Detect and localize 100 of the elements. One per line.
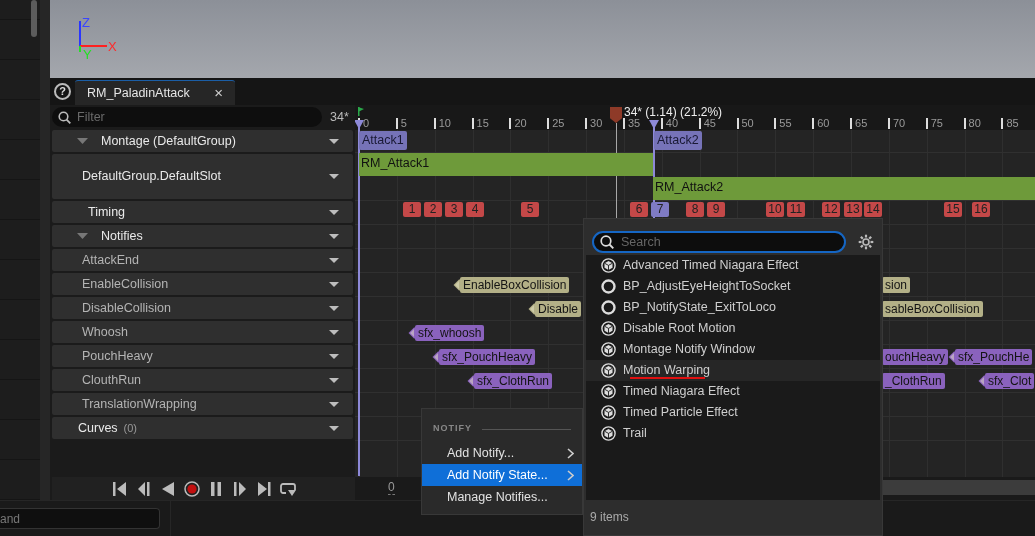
cube-icon	[601, 321, 616, 336]
scrollbar-track[interactable]	[881, 480, 1035, 495]
playhead-handle[interactable]	[610, 107, 622, 123]
track-row[interactable]: EnableCollision	[52, 273, 353, 295]
dropdown-caret-icon[interactable]	[329, 425, 339, 431]
skip-to-end-icon[interactable]	[255, 480, 272, 497]
timing-marker[interactable]: 1	[403, 202, 421, 217]
cube-icon	[601, 384, 616, 399]
notify-handle-icon[interactable]	[453, 279, 460, 291]
notify-handle-icon[interactable]	[978, 375, 985, 387]
dropdown-caret-icon[interactable]	[329, 401, 339, 407]
section-marker-icon[interactable]	[649, 120, 659, 129]
track-row[interactable]: ClouthRun	[52, 369, 353, 391]
timing-marker[interactable]: 11	[787, 202, 805, 217]
filter-field[interactable]: Filter	[52, 107, 322, 127]
dropdown-caret-icon[interactable]	[329, 329, 339, 335]
section-marker-icon[interactable]	[355, 120, 364, 129]
loop-icon[interactable]	[279, 480, 296, 497]
ruler-label: 20	[509, 118, 527, 129]
timing-marker[interactable]: 9	[707, 202, 725, 217]
list-item[interactable]: BP_AdjustEyeHeightToSocket	[586, 276, 880, 297]
step-forward-icon[interactable]	[231, 480, 248, 497]
timing-marker[interactable]: 3	[445, 202, 463, 217]
list-item[interactable]: Montage Notify Window	[586, 339, 880, 360]
list-item[interactable]: Timed Particle Effect	[586, 402, 880, 423]
montage-segment[interactable]: RM_Attack2	[653, 177, 1035, 200]
close-button[interactable]: ×	[214, 81, 223, 105]
dropdown-caret-icon[interactable]	[329, 305, 339, 311]
track-label: EnableCollision	[81, 275, 170, 293]
section-label[interactable]: Attack2	[654, 131, 702, 150]
timing-marker[interactable]: 12	[822, 202, 840, 217]
timing-marker[interactable]: 7	[651, 202, 669, 217]
track-row[interactable]: PouchHeavy	[52, 345, 353, 367]
list-item[interactable]: Trail	[586, 423, 880, 444]
record-icon[interactable]	[183, 480, 200, 497]
timing-marker[interactable]: 10	[766, 202, 784, 217]
section-label[interactable]: Attack1	[359, 131, 407, 150]
dropdown-caret-icon[interactable]	[329, 377, 339, 383]
help-button[interactable]: ?	[54, 83, 71, 100]
track-label: Notifies	[101, 227, 144, 245]
timing-marker[interactable]: 2	[424, 202, 442, 217]
menu-item[interactable]: Manage Notifies...	[422, 486, 582, 508]
menu-item[interactable]: Add Notify...	[422, 442, 582, 464]
track-row[interactable]: Montage (DefaultGroup)	[52, 130, 353, 152]
timing-marker[interactable]: 4	[466, 202, 484, 217]
ruler-label: 15	[471, 118, 489, 129]
menu-item[interactable]: Add Notify State...	[422, 464, 582, 486]
dropdown-caret-icon[interactable]	[329, 257, 339, 263]
dropdown-caret-icon[interactable]	[329, 281, 339, 287]
list-item[interactable]: Timed Niagara Effect	[586, 381, 880, 402]
frame-field[interactable]: 0	[388, 481, 395, 495]
track-row[interactable]: Timing	[52, 201, 353, 223]
menu-section-header: NOTIFY	[433, 422, 472, 436]
timing-marker[interactable]: 8	[686, 202, 704, 217]
notify-event[interactable]: sableBoxCollision	[882, 301, 983, 317]
dropdown-caret-icon[interactable]	[329, 138, 339, 144]
command-field[interactable]: and	[0, 508, 160, 529]
list-item[interactable]: BP_NotifyState_ExitToLoco	[586, 297, 880, 318]
document-tab[interactable]: RM_PaladinAttack ×	[75, 80, 235, 105]
timing-marker[interactable]: 15	[944, 202, 962, 217]
skip-to-start-icon[interactable]	[111, 480, 128, 497]
track-row[interactable]: Notifies	[52, 225, 353, 247]
ruler-label: 25	[547, 118, 565, 129]
track-row[interactable]: AttackEnd	[52, 249, 353, 271]
list-item[interactable]: Advanced Timed Niagara Effect	[586, 255, 880, 276]
timing-marker[interactable]: 16	[972, 202, 990, 217]
timing-marker[interactable]: 14	[864, 202, 882, 217]
timing-marker[interactable]: 13	[844, 202, 862, 217]
ruler-label: 65	[850, 118, 868, 129]
dropdown-caret-icon[interactable]	[329, 209, 339, 215]
settings-icon[interactable]	[858, 234, 874, 250]
search-field[interactable]: Search	[592, 231, 846, 253]
notify-event[interactable]: _ClothRun	[882, 373, 945, 389]
track-row[interactable]: DefaultGroup.DefaultSlot	[52, 154, 353, 199]
list-item[interactable]: Disable Root Motion	[586, 318, 880, 339]
dropdown-caret-icon[interactable]	[329, 233, 339, 239]
ruler-label: 5	[395, 118, 407, 129]
timing-marker[interactable]: 6	[630, 202, 648, 217]
list-item[interactable]: Motion Warping	[586, 360, 880, 381]
notify-event[interactable]: sion	[882, 277, 910, 293]
track-row[interactable]: TranslationWrapping	[52, 393, 353, 415]
notify-handle-icon[interactable]	[948, 351, 955, 363]
dropdown-caret-icon[interactable]	[329, 174, 339, 179]
timing-marker[interactable]: 5	[521, 202, 539, 217]
dropdown-caret-icon[interactable]	[329, 353, 339, 359]
track-row[interactable]: Curves (0)	[52, 417, 353, 439]
track-label: ClouthRun	[81, 371, 143, 389]
notify-handle-icon[interactable]	[408, 327, 415, 339]
axis-label: X	[108, 40, 117, 53]
notify-handle-icon[interactable]	[432, 351, 439, 363]
expand-arrow-icon[interactable]	[77, 137, 89, 145]
track-row[interactable]: DisableCollision	[52, 297, 353, 319]
track-label: PouchHeavy	[81, 347, 154, 365]
montage-segment[interactable]: RM_Attack1	[359, 153, 653, 176]
notify-handle-icon[interactable]	[467, 375, 474, 387]
scrollbar-thumb[interactable]	[31, 0, 37, 37]
track-row[interactable]: Whoosh	[52, 321, 353, 343]
tab-title: RM_PaladinAttack	[87, 84, 190, 102]
expand-arrow-icon[interactable]	[77, 232, 89, 240]
notify-handle-icon[interactable]	[528, 303, 535, 315]
